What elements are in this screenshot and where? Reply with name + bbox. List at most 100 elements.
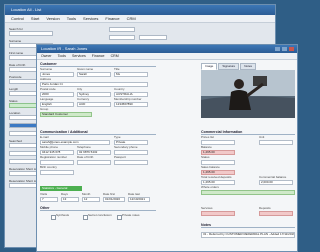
title-select[interactable]: Ms	[114, 71, 148, 77]
customer-window: Location IR - Sarah Jones Owner Tools Se…	[36, 44, 298, 252]
balance-field: Balance 1,295.00	[201, 145, 235, 155]
commercial-balance-value: 2,000.00	[259, 179, 293, 185]
deposits-value	[259, 210, 293, 216]
address-field: Address Paris Jordan Ct	[40, 77, 148, 87]
telephone-field: Telephone 02 9876 5432	[77, 145, 111, 155]
tab-image[interactable]: Image	[201, 63, 218, 70]
language-select[interactable]: English	[40, 101, 74, 107]
type-select[interactable]: Private	[114, 139, 148, 145]
stat-date-last-value: 12/10/2021	[128, 196, 150, 202]
email-input[interactable]: sarah@jones-example.com	[40, 139, 110, 145]
dob-field: Date of birth	[77, 155, 111, 165]
surname-field: Surname Jones	[40, 67, 74, 77]
mobile-input[interactable]: 0412 345 678	[40, 149, 74, 155]
other-heading: Other	[40, 206, 156, 211]
birth-country-input[interactable]	[40, 169, 74, 175]
deposits-total-value: 1,295.00	[201, 179, 235, 185]
status-select[interactable]	[201, 159, 235, 165]
menu-services[interactable]: Services	[72, 53, 86, 59]
postal-field: Postal code 2000	[40, 87, 74, 97]
secret-label: Secret conclusion	[88, 213, 112, 217]
customer-heading: Customer	[40, 62, 156, 67]
synthesis-label-wrap: Synthesis	[56, 213, 70, 218]
stat-month-value: 12	[82, 196, 100, 202]
private-notes-label-wrap: Private notes	[122, 213, 140, 218]
currency-select[interactable]: AUD	[77, 101, 111, 107]
postal-input[interactable]: 2000	[40, 91, 74, 97]
group-select[interactable]: Standard Customer	[40, 111, 92, 117]
language-field: Language English	[40, 97, 74, 107]
list-window-menu: Control Start Version Tools Services Fin…	[5, 15, 275, 23]
dob-input[interactable]	[77, 159, 111, 165]
stat-date-first-value: 01/01/2020	[103, 196, 125, 202]
customer-media-tabs: Image Signature Notes	[201, 63, 257, 70]
commercial-balance-field: Commercial balance 2,000.00	[259, 175, 293, 185]
deposits-total-field: Total received deposits 1,295.00	[201, 175, 235, 185]
email-field: E-mail sarah@jones-example.com	[40, 135, 110, 145]
search-for-input[interactable]	[9, 31, 53, 36]
notes-value[interactable]: 31 - Referred by CUSTOMER REFERRAL PLAN …	[201, 232, 295, 238]
country-select[interactable]: AUSTRALIA	[114, 91, 148, 97]
menu-crm[interactable]: CRM	[111, 53, 119, 59]
minimize-icon[interactable]	[275, 47, 280, 51]
given-name-field: Given name Sarah	[77, 67, 111, 77]
surname-input[interactable]: Jones	[40, 71, 74, 77]
membership-input[interactable]: 1234567890	[114, 101, 148, 107]
price-list-select[interactable]	[201, 139, 235, 145]
passport-input[interactable]	[114, 159, 148, 165]
services-field: Services	[201, 206, 235, 216]
close-icon[interactable]	[289, 47, 294, 51]
menu-finance[interactable]: Finance	[92, 53, 105, 59]
stat-visits: Visits 7	[40, 192, 58, 202]
given-name-input[interactable]: Sarah	[77, 71, 111, 77]
registration-field: Registration number	[40, 155, 74, 165]
maximize-icon[interactable]	[282, 47, 287, 51]
unit-select[interactable]	[259, 139, 293, 145]
notes-field: 31 - Referred by CUSTOMER REFERRAL PLAN …	[201, 232, 295, 238]
telephone-input[interactable]: 02 9876 5432	[77, 149, 111, 155]
list-window-title: Location All - List	[5, 5, 275, 15]
back-top-input-1[interactable]	[109, 27, 135, 32]
menu-services[interactable]: Services	[83, 15, 98, 22]
private-notes-label: Private notes	[122, 213, 140, 217]
currency-field: Currency AUD	[77, 97, 111, 107]
registration-input[interactable]	[40, 159, 74, 165]
services-value	[201, 210, 235, 216]
menu-start[interactable]: Start	[31, 15, 39, 22]
commercial-heading: Commercial Information	[201, 130, 295, 135]
menu-tools[interactable]: Tools	[67, 15, 76, 22]
secondary-phone-input[interactable]	[114, 149, 148, 155]
customer-photo-image	[201, 70, 295, 118]
window-controls	[275, 45, 297, 53]
stat-date-first: Date first 01/01/2020	[103, 192, 125, 202]
deposits-field: Deposits	[259, 206, 293, 216]
balance-value: 1,295.00	[201, 149, 235, 155]
country-field: Country AUSTRALIA	[114, 87, 148, 97]
stat-days-value: 13	[61, 196, 79, 202]
statistics-heading: Statistics - General	[40, 186, 82, 191]
back-top-input-3[interactable]	[139, 35, 167, 40]
menu-control[interactable]: Control	[11, 15, 24, 22]
menu-crm[interactable]: CRM	[127, 15, 136, 22]
customer-window-menu: Owner Tools Services Finance CRM	[37, 53, 297, 60]
menu-owner[interactable]: Owner	[41, 53, 52, 59]
stat-visits-value: 7	[40, 196, 58, 202]
back-top-input-2[interactable]	[109, 35, 135, 40]
tab-signature[interactable]: Signature	[218, 63, 240, 70]
stat-date-last: Date last 12/10/2021	[128, 192, 150, 202]
city-input[interactable]: Sydney	[77, 91, 111, 97]
tab-notes[interactable]: Notes	[240, 63, 257, 70]
menu-tools[interactable]: Tools	[58, 53, 66, 59]
whole-orders-field: Whole orders	[201, 185, 295, 195]
title-field: Title Ms	[114, 67, 148, 77]
menu-finance[interactable]: Finance	[105, 15, 119, 22]
passport-field: Passport	[114, 155, 148, 165]
synthesis-label: Synthesis	[56, 213, 70, 217]
stat-month: Month 12	[82, 192, 100, 202]
unit-field: Unit	[259, 135, 293, 145]
address-input[interactable]: Paris Jordan Ct	[40, 81, 148, 87]
notes-heading: Notes	[201, 223, 295, 228]
secondary-phone-field: Secondary phone	[114, 145, 148, 155]
menu-version[interactable]: Version	[46, 15, 59, 22]
communication-heading: Communication / Additional	[40, 130, 156, 135]
